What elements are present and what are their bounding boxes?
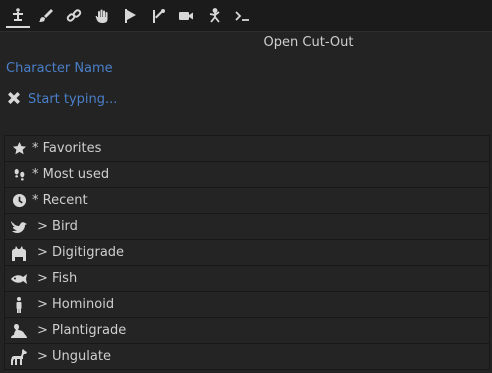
list-item-label: * Recent [32, 193, 88, 208]
list-item-bird[interactable]: > Bird [4, 214, 490, 240]
list-item-digitigrade[interactable]: > Digitigrade [4, 240, 490, 266]
list-item-hominoid[interactable]: > Hominoid [4, 292, 490, 318]
footprints-icon [8, 164, 30, 186]
list-item-ungulate[interactable]: > Ungulate [4, 344, 490, 370]
list-item-most-used[interactable]: * Most used [4, 162, 490, 188]
list-item-label: > Digitigrade [37, 245, 125, 260]
bone-branch-icon[interactable] [146, 4, 170, 28]
star-icon [8, 138, 30, 160]
list-item-label: > Hominoid [37, 297, 115, 312]
link-icon[interactable] [62, 4, 86, 28]
list-item-label: * Most used [32, 167, 110, 182]
list-item-plantigrade[interactable]: > Plantigrade [4, 318, 490, 344]
person-icon [8, 294, 30, 316]
rig-tool-icon[interactable] [6, 4, 30, 28]
pose-icon[interactable] [202, 4, 226, 28]
list-item-label: > Plantigrade [37, 323, 127, 338]
play-flag-icon[interactable] [118, 4, 142, 28]
frog-icon [8, 320, 30, 342]
list-item-label: > Fish [37, 271, 78, 286]
cat-icon [8, 242, 30, 264]
panel-title: Open Cut-Out [263, 35, 354, 50]
brush-icon[interactable] [34, 4, 58, 28]
list-item-fish[interactable]: > Fish [4, 266, 490, 292]
list-item-label: > Ungulate [37, 349, 111, 364]
clock-icon [8, 190, 30, 212]
list-item-label: * Favorites [32, 141, 102, 156]
hand-icon[interactable] [90, 4, 114, 28]
console-icon[interactable] [230, 4, 254, 28]
character-name-label[interactable]: Character Name [6, 61, 113, 76]
search-input[interactable] [28, 89, 328, 109]
list-item-label: > Bird [37, 219, 78, 234]
close-x-icon[interactable] [6, 90, 22, 106]
list-item-favorites[interactable]: * Favorites [4, 136, 490, 162]
toolbar [0, 0, 492, 32]
open-cut-out-panel: Open Cut-Out Character Name * Favorites … [0, 0, 492, 373]
bird-icon [8, 216, 30, 238]
camera-icon[interactable] [174, 4, 198, 28]
list-item-recent[interactable]: * Recent [4, 188, 490, 214]
character-category-list: * Favorites * Most used * Recent > Bird [4, 135, 490, 370]
fish-icon [8, 268, 30, 290]
horse-icon [8, 346, 30, 368]
